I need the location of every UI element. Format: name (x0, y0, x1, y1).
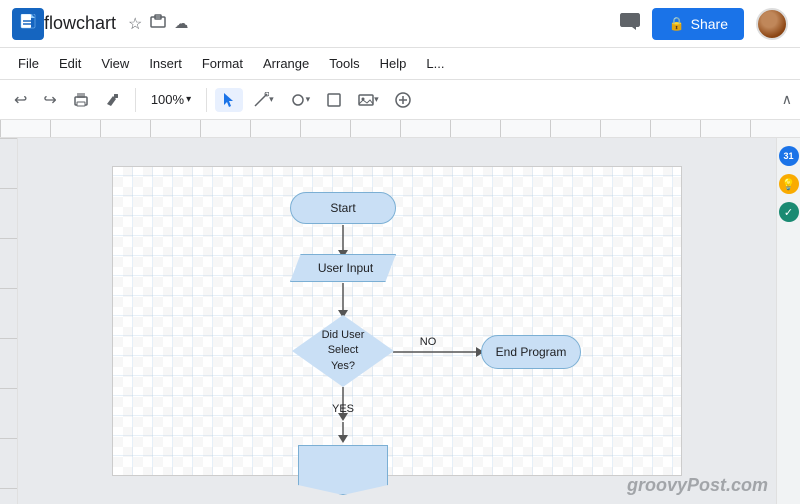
share-button[interactable]: 🔒 Share (652, 8, 744, 40)
select-tool-button[interactable] (215, 88, 243, 112)
menu-format[interactable]: Format (192, 52, 253, 75)
check-side-button[interactable]: ✓ (779, 202, 799, 222)
side-panel: 31 💡 ✓ (776, 138, 800, 504)
add-button[interactable] (389, 88, 417, 112)
app-icon (12, 8, 44, 40)
avatar (756, 8, 788, 40)
print-button[interactable] (67, 88, 95, 112)
decision-shape: Did User Select Yes? (292, 315, 394, 387)
star-icon[interactable]: ☆ (128, 14, 142, 34)
svg-text:NO: NO (420, 336, 437, 348)
menu-arrange[interactable]: Arrange (253, 52, 319, 75)
calendar-side-button[interactable]: 31 (779, 146, 799, 166)
drive-icon (150, 14, 166, 33)
text-tool-button[interactable] (320, 88, 348, 112)
flowchart-svg: NO YES (113, 167, 681, 475)
title-bar: flowchart ☆ ☁ 🔒 Share (0, 0, 800, 48)
bulb-side-button[interactable]: 💡 (779, 174, 799, 194)
menu-help[interactable]: Help (370, 52, 417, 75)
sep1 (135, 88, 136, 112)
line-tool-button[interactable]: ▾ (247, 88, 280, 112)
start-shape: Start (290, 192, 396, 224)
shape-arrow: ▾ (306, 94, 311, 105)
ruler-marks (0, 120, 800, 137)
zoom-value: 100% (151, 92, 184, 107)
menu-view[interactable]: View (91, 52, 139, 75)
undo-button[interactable]: ↩ (8, 86, 33, 114)
lock-icon: 🔒 (668, 16, 684, 32)
comment-button[interactable] (620, 11, 640, 37)
line-arrow: ▾ (269, 94, 274, 105)
menu-bar: File Edit View Insert Format Arrange Too… (0, 48, 800, 80)
vertical-ruler (0, 138, 18, 504)
doc-surface: NO YES Start User Input Did (112, 166, 682, 476)
menu-tools[interactable]: Tools (319, 52, 369, 75)
canvas-area: NO YES Start User Input Did (0, 138, 800, 504)
menu-more[interactable]: L... (416, 52, 454, 75)
share-label: Share (691, 16, 728, 32)
doc-title: flowchart (44, 13, 116, 34)
watermark: groovyPost.com (627, 475, 768, 496)
shape-tool-button[interactable]: ▾ (284, 88, 317, 112)
sep2 (206, 88, 207, 112)
end-program-shape: End Program (481, 335, 581, 369)
drawing-canvas[interactable]: NO YES Start User Input Did (18, 138, 776, 504)
format-paint-button[interactable] (99, 88, 127, 112)
redo-button[interactable]: ↪ (37, 86, 62, 114)
decision-text: Did User Select Yes? (292, 315, 394, 387)
collapse-toolbar-button[interactable]: ∧ (782, 91, 792, 108)
ruler (0, 120, 800, 138)
image-tool-button[interactable]: ▾ (352, 88, 385, 112)
image-arrow: ▾ (374, 94, 379, 105)
user-input-shape: User Input (290, 254, 396, 282)
zoom-arrow: ▾ (186, 94, 191, 105)
toolbar: ↩ ↪ 100% ▾ ▾ ▾ ▾ ∧ (0, 80, 800, 120)
menu-file[interactable]: File (8, 52, 49, 75)
pentagon-shape (298, 445, 388, 495)
menu-edit[interactable]: Edit (49, 52, 91, 75)
menu-insert[interactable]: Insert (139, 52, 192, 75)
zoom-control[interactable]: 100% ▾ (144, 89, 198, 110)
svg-text:YES: YES (332, 403, 354, 415)
cloud-icon: ☁ (174, 15, 188, 32)
